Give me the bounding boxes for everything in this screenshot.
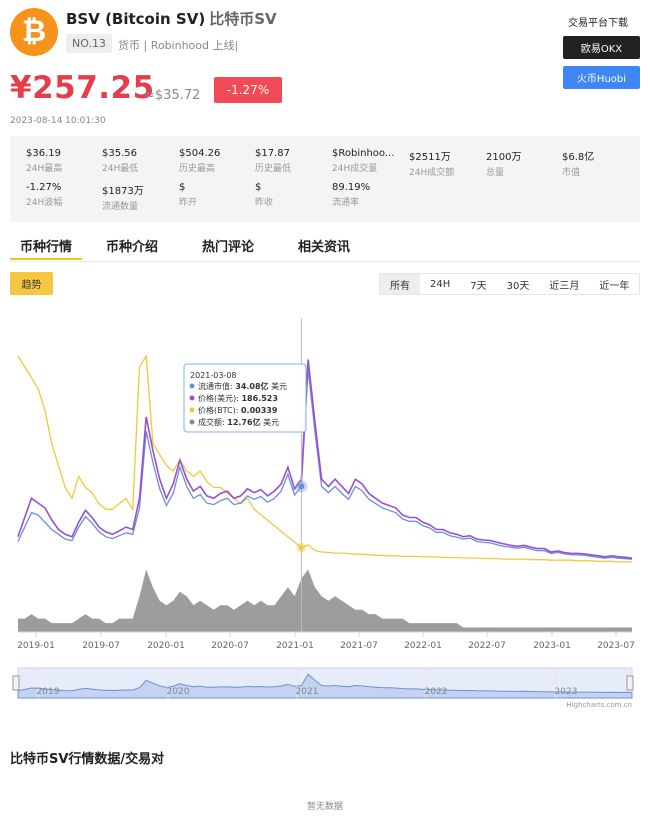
bsv-logo-icon: ₿ <box>10 8 58 56</box>
content-tabs: 币种行情 币种介绍 热门评论 相关资讯 <box>10 236 384 262</box>
crosshair-dot-market-cap <box>298 483 305 490</box>
price-chart[interactable]: 2019-01 2019-07 2020-01 2020-07 2021-01 2021-… <box>0 300 650 720</box>
range-24h-button[interactable]: 24H <box>420 274 461 294</box>
coin-tags: 货币 | Robinhood 上线| <box>118 39 239 52</box>
tooltip-row: 价格(美元): 186.523 <box>198 393 278 403</box>
okx-download-button[interactable]: 欧易OKX <box>563 36 640 59</box>
x-axis-tick-label: 2019-07 <box>82 641 120 651</box>
coin-title: BSV (Bitcoin SV) 比特币SV <box>66 8 277 29</box>
change-badge: -1.27% <box>214 77 282 103</box>
stat-prev-open: $ 昨开 <box>179 182 198 208</box>
tooltip-series-dot <box>189 383 195 389</box>
price-usd: ≈$35.72 <box>144 88 201 103</box>
stat-circulation-rate: 89.19% 流通率 <box>332 182 371 208</box>
tooltip-series-dot <box>189 395 195 401</box>
current-price: ¥257.25 <box>10 70 155 106</box>
tab-comments[interactable]: 热门评论 <box>192 236 264 260</box>
price-timestamp: 2023-08-14 10:01:30 <box>10 116 106 126</box>
x-axis-tick-label: 2023-01 <box>533 641 571 651</box>
chart-tooltip: 2021-03-08流通市值: 34.08亿 美元价格(美元): 186.523… <box>183 363 307 433</box>
tooltip-row: 价格(BTC): 0.00339 <box>198 405 278 415</box>
tooltip-date: 2021-03-08 <box>190 371 237 380</box>
x-axis-tick-label: 2019-01 <box>17 641 55 651</box>
x-axis-tick-label: 2020-01 <box>147 641 185 651</box>
stat-ath: $504.26 历史最高 <box>179 148 221 174</box>
stat-total-supply: 2100万 总量 <box>486 152 522 178</box>
x-axis-tick-label: 2021-07 <box>340 641 378 651</box>
trend-button[interactable]: 趋势 <box>10 272 53 295</box>
range-7d-button[interactable]: 7天 <box>460 274 497 294</box>
range-all-button[interactable]: 所有 <box>380 274 420 294</box>
range-30d-button[interactable]: 30天 <box>496 274 540 294</box>
x-axis-tick-label: 2023-07 <box>597 641 635 651</box>
stat-atl: $17.87 历史最低 <box>255 148 292 174</box>
range-1y-button[interactable]: 近一年 <box>589 274 640 294</box>
empty-state: 暂无数据 <box>306 802 343 812</box>
stat-prev-close: $ 昨收 <box>255 182 274 208</box>
huobi-download-button[interactable]: 火币Huobi <box>563 66 640 89</box>
tab-intro[interactable]: 币种介绍 <box>96 236 168 260</box>
stat-24h-turnover: $2511万 24H成交额 <box>409 152 455 178</box>
stat-24h-range: -1.27% 24H波幅 <box>26 182 63 208</box>
range-3m-button[interactable]: 近三月 <box>539 274 590 294</box>
stat-market-cap: $6.8亿 市值 <box>562 152 595 178</box>
stats-panel: $36.19 24H最高 $35.56 24H最低 $504.26 历史最高 $17.… <box>10 136 640 222</box>
tooltip-series-dot <box>189 407 195 413</box>
navigator-label: 2022 <box>425 687 448 697</box>
x-axis-tick-label: 2022-07 <box>468 641 506 651</box>
x-axis-tick-label: 2020-07 <box>211 641 249 651</box>
coin-name: BSV (Bitcoin SV) <box>66 10 206 28</box>
stat-24h-high: $36.19 24H最高 <box>26 148 63 174</box>
exchange-download-title: 交易平台下载 <box>568 18 628 29</box>
volume-area <box>18 569 632 632</box>
stat-24h-low: $35.56 24H最低 <box>102 148 139 174</box>
series-line-btc-price <box>17 353 632 563</box>
tooltip-series-dot <box>189 419 195 425</box>
navigator-label: 2019 <box>37 687 60 697</box>
navigator-handle[interactable] <box>626 675 634 691</box>
tab-divider <box>10 261 640 262</box>
range-selector: 所有 24H 7天 30天 近三月 近一年 <box>379 273 641 295</box>
section-title: 比特币SV行情数据/交易对 <box>10 752 165 767</box>
x-axis-tick-label: 2021-01 <box>276 641 314 651</box>
tooltip-row: 成交额: 12.76亿 美元 <box>198 417 279 427</box>
crosshair-dot-btc <box>298 545 304 551</box>
coin-name-cn: 比特币SV <box>209 10 277 28</box>
tab-market[interactable]: 币种行情 <box>10 236 83 260</box>
stat-circulating: $1873万 流通数量 <box>102 186 144 212</box>
series-line-market-cap <box>17 368 633 560</box>
navigator-handle[interactable] <box>12 675 20 691</box>
tab-news[interactable]: 相关资讯 <box>288 236 360 260</box>
stat-24h-volume: $Robinhoo... 24H成交量 <box>332 148 395 174</box>
navigator-label: 2023 <box>555 687 578 697</box>
tooltip-row: 流通市值: 34.08亿 美元 <box>198 381 287 391</box>
navigator-label: 2021 <box>296 687 319 697</box>
rank-badge: NO.13 <box>66 34 112 53</box>
navigator-label: 2020 <box>167 687 190 697</box>
x-axis-tick-label: 2022-01 <box>404 641 442 651</box>
chart-credit: Highcharts.com.cn <box>566 701 632 709</box>
series-line-usd-price <box>17 359 633 559</box>
